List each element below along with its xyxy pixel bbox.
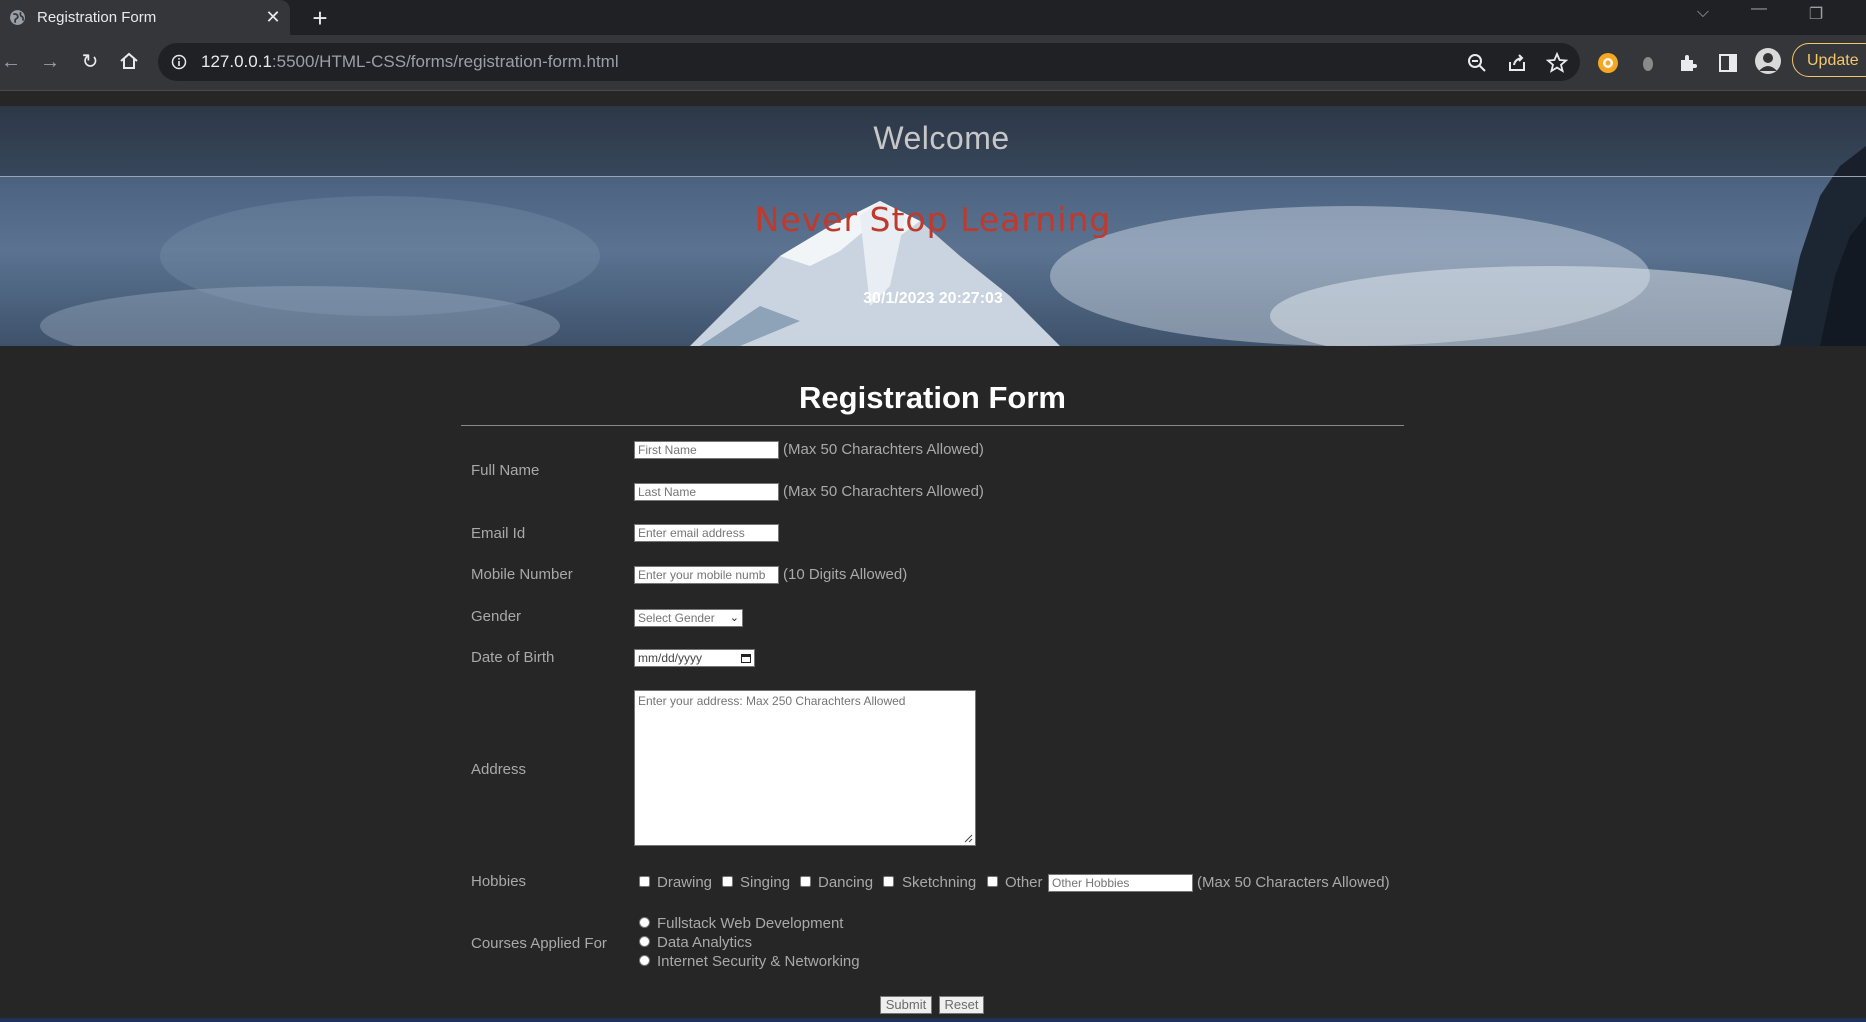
form-title: Registration Form	[799, 380, 1066, 415]
dob-label: Date of Birth	[471, 649, 555, 666]
minimize-icon[interactable]: —	[1746, 0, 1772, 18]
full-name-label: Full Name	[471, 462, 540, 479]
calendar-icon[interactable]	[741, 653, 751, 663]
extension-icon[interactable]	[1637, 52, 1659, 74]
resize-handle-icon[interactable]	[964, 834, 973, 843]
restore-icon[interactable]: ❐	[1803, 4, 1829, 24]
tab-registration-form[interactable]: Registration Form ✕	[0, 0, 290, 35]
chevron-down-icon[interactable]: ⌵	[1690, 4, 1716, 22]
gender-selected: Select Gender	[638, 611, 715, 625]
mobile-label: Mobile Number	[471, 566, 573, 583]
chrome-divider	[0, 90, 1866, 91]
star-icon[interactable]	[1546, 52, 1568, 74]
zoom-out-icon[interactable]	[1466, 52, 1488, 74]
courses-label: Courses Applied For	[471, 935, 607, 952]
hobby-dancing-label: Dancing	[818, 874, 874, 891]
plus-icon[interactable]: +	[306, 4, 334, 32]
url-text: 127.0.0.1:5500/HTML-CSS/forms/registrati…	[201, 52, 619, 71]
hobby-singing-label: Singing	[740, 874, 791, 891]
last-name-hint: (Max 50 Charachters Allowed)	[783, 483, 984, 500]
mobile-hint: (10 Digits Allowed)	[783, 566, 908, 583]
first-name-input[interactable]: First Name	[634, 441, 779, 459]
hobby-sketching-checkbox[interactable]	[883, 876, 894, 887]
info-icon[interactable]	[171, 54, 187, 70]
extension-icon[interactable]	[1597, 52, 1619, 74]
home-icon[interactable]	[118, 50, 140, 72]
forward-icon[interactable]: →	[37, 49, 63, 75]
hobby-drawing-label: Drawing	[657, 874, 713, 891]
address-textarea[interactable]: Enter your address: Max 250 Charachters …	[634, 690, 976, 846]
hobby-other-checkbox[interactable]	[987, 876, 998, 887]
hobby-singing-checkbox[interactable]	[722, 876, 733, 887]
course-data-analytics-label: Data Analytics	[657, 934, 753, 951]
gender-label: Gender	[471, 608, 522, 625]
sidebar-icon[interactable]	[1717, 52, 1739, 74]
motto-text: Never Stop Learning	[754, 200, 1112, 239]
gender-select[interactable]: Select Gender ⌄	[634, 609, 743, 627]
page-bottom-edge	[0, 1018, 1866, 1022]
hobby-drawing-checkbox[interactable]	[639, 876, 650, 887]
browser-tab-strip: Registration Form ✕ + ⌵ — ❐	[0, 0, 1866, 35]
hobby-other-label: Other	[1005, 874, 1043, 891]
globe-icon	[10, 10, 25, 25]
course-security-label: Internet Security & Networking	[657, 953, 860, 970]
close-icon[interactable]: ✕	[262, 6, 284, 28]
reset-button[interactable]: Reset	[939, 996, 984, 1014]
last-name-input[interactable]: Last Name	[634, 483, 779, 501]
other-hobbies-input[interactable]: Other Hobbies	[1048, 874, 1193, 892]
form-divider	[461, 425, 1404, 426]
browser-toolbar: ← → ↻ 127.0.0.1:5500/HTML-CSS/forms/regi…	[0, 35, 1866, 90]
welcome-bar: Welcome	[0, 106, 1866, 177]
welcome-heading: Welcome	[873, 120, 1010, 156]
course-data-analytics-radio[interactable]	[639, 936, 650, 947]
hobby-dancing-checkbox[interactable]	[800, 876, 811, 887]
email-label: Email Id	[471, 525, 526, 542]
hobby-sketching-label: Sketchning	[902, 874, 977, 891]
course-fullstack-label: Fullstack Web Development	[657, 915, 844, 932]
reload-icon[interactable]: ↻	[77, 49, 103, 75]
chevron-down-icon: ⌄	[729, 612, 739, 624]
back-icon[interactable]: ←	[0, 49, 24, 75]
hobbies-label: Hobbies	[471, 873, 527, 890]
datetime-text: 30/1/2023 20:27:03	[863, 290, 1003, 307]
submit-button[interactable]: Submit	[880, 996, 932, 1014]
hobbies-hint: (Max 50 Characters Allowed)	[1197, 874, 1390, 891]
puzzle-icon[interactable]	[1677, 52, 1699, 74]
dob-placeholder: mm/dd/yyyy	[638, 651, 703, 665]
tab-title: Registration Form	[37, 9, 157, 26]
email-input[interactable]: Enter email address	[634, 524, 779, 542]
update-button[interactable]: Update	[1792, 43, 1866, 77]
first-name-hint: (Max 50 Charachters Allowed)	[783, 441, 984, 458]
course-security-radio[interactable]	[639, 955, 650, 966]
hero-banner: Welcome Never Stop Learning 30/1/2023 20…	[0, 106, 1866, 346]
address-placeholder: Enter your address: Max 250 Charachters …	[638, 694, 906, 708]
address-bar[interactable]: 127.0.0.1:5500/HTML-CSS/forms/registrati…	[158, 43, 1580, 81]
dob-input[interactable]: mm/dd/yyyy	[634, 649, 755, 667]
address-label: Address	[471, 761, 527, 778]
avatar[interactable]	[1755, 48, 1781, 74]
share-icon[interactable]	[1506, 52, 1528, 74]
course-fullstack-radio[interactable]	[639, 917, 650, 928]
mobile-input[interactable]: Enter your mobile numb	[634, 566, 779, 584]
